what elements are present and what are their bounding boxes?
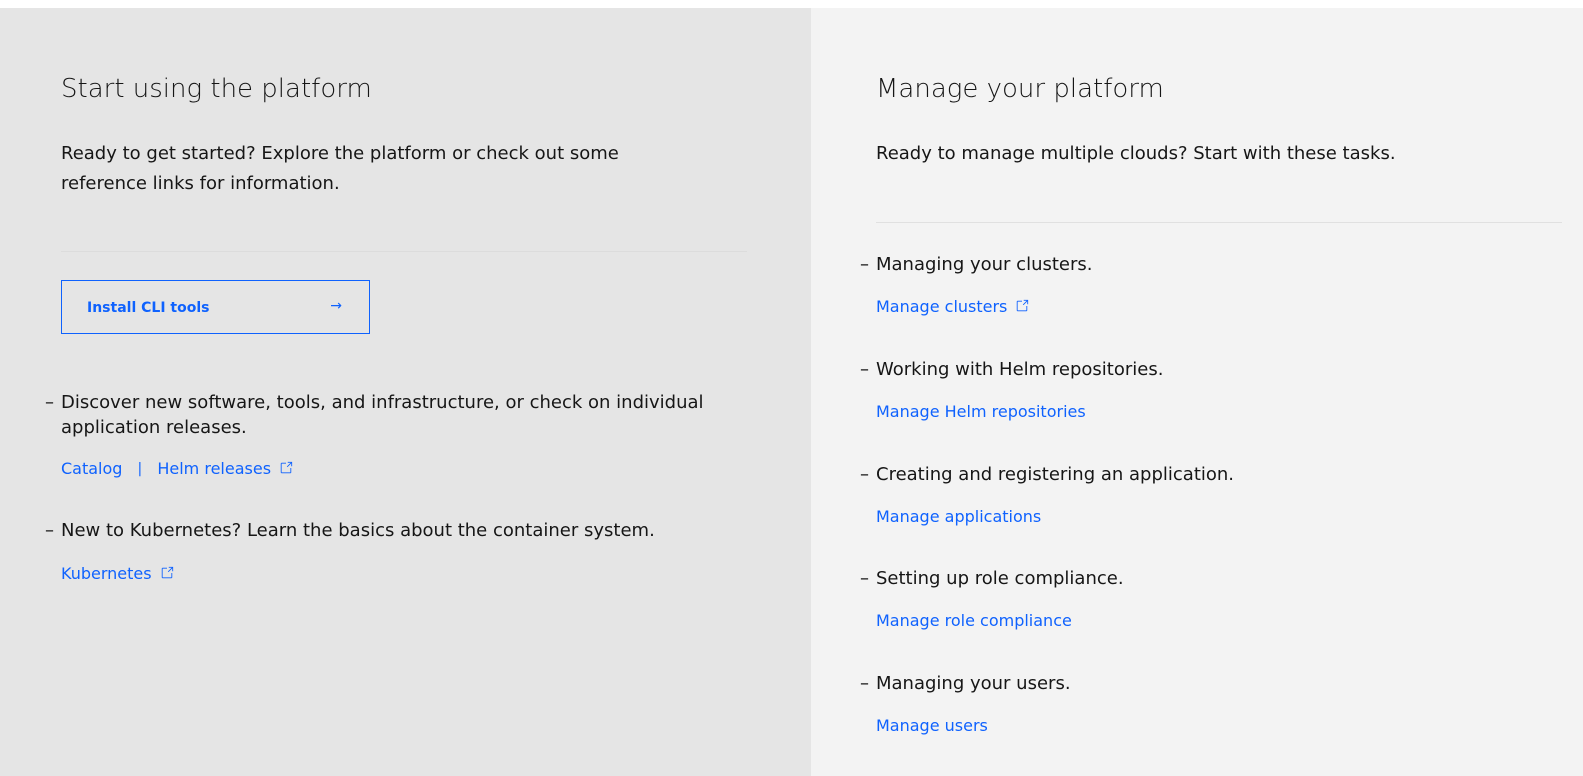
task-links: Catalog | Helm releases [61, 458, 293, 480]
kubernetes-link[interactable]: Kubernetes [61, 564, 174, 583]
bullet-dash: – [860, 464, 869, 485]
task-text: Setting up role compliance. [876, 568, 1124, 589]
start-using-panel: Start using the platform Ready to get st… [0, 8, 811, 776]
bullet-dash: – [860, 568, 869, 589]
link-label: Kubernetes [61, 564, 152, 583]
panel-description: Ready to manage multiple clouds? Start w… [876, 143, 1396, 164]
manage-clusters-link[interactable]: Manage clusters [876, 297, 1029, 316]
task-links: Manage role compliance [876, 610, 1072, 632]
helm-releases-link[interactable]: Helm releases [157, 459, 293, 478]
task-links: Kubernetes [61, 563, 174, 585]
manage-helm-repositories-link[interactable]: Manage Helm repositories [876, 402, 1086, 421]
task-text: Working with Helm repositories. [876, 359, 1164, 380]
arrow-right-icon: → [330, 298, 342, 314]
install-cli-tools-button[interactable]: Install CLI tools → [61, 280, 370, 334]
manage-users-link[interactable]: Manage users [876, 716, 988, 735]
task-text: Creating and registering an application. [876, 464, 1235, 485]
task-text: New to Kubernetes? Learn the basics abou… [61, 520, 655, 541]
button-label: Install CLI tools [87, 300, 210, 316]
task-links: Manage clusters [876, 296, 1029, 318]
panel-title: Start using the platform [61, 74, 372, 104]
panel-description: Ready to get started? Explore the platfo… [61, 143, 619, 194]
task-text: Managing your users. [876, 673, 1071, 694]
manage-role-compliance-link[interactable]: Manage role compliance [876, 611, 1072, 630]
task-links: Manage Helm repositories [876, 401, 1086, 423]
link-label: Helm releases [157, 459, 272, 478]
divider [61, 251, 747, 252]
bullet-dash: – [860, 254, 869, 275]
external-link-icon [1017, 299, 1029, 312]
external-link-icon [161, 566, 173, 579]
manage-platform-panel: Manage your platform Ready to manage mul… [811, 8, 1583, 776]
panel-title: Manage your platform [876, 74, 1164, 104]
task-links: Manage users [876, 715, 988, 737]
bullet-dash: – [45, 520, 54, 541]
link-separator: | [137, 461, 143, 477]
task-links: Manage applications [876, 506, 1041, 528]
manage-applications-link[interactable]: Manage applications [876, 507, 1041, 526]
bullet-dash: – [45, 392, 54, 413]
task-text: Discover new software, tools, and infras… [61, 392, 704, 438]
bullet-dash: – [860, 673, 869, 694]
page: Start using the platform Ready to get st… [0, 8, 1583, 776]
link-label: Manage clusters [876, 297, 1008, 316]
external-link-icon [280, 461, 293, 474]
catalog-link[interactable]: Catalog [61, 459, 122, 478]
divider [876, 222, 1562, 223]
bullet-dash: – [860, 359, 869, 380]
task-text: Managing your clusters. [876, 254, 1093, 275]
